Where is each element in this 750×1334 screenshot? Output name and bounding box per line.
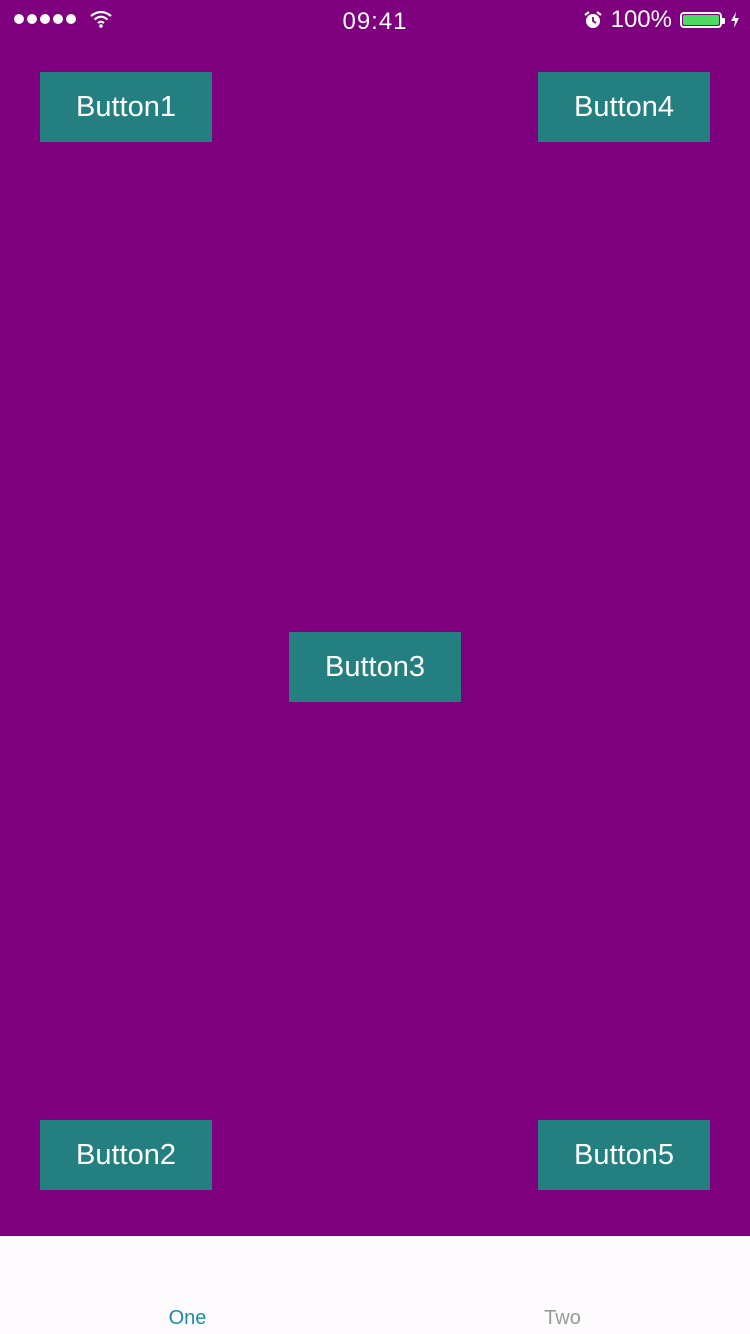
tab-one[interactable]: One <box>0 1236 375 1334</box>
button-1[interactable]: Button1 <box>40 72 212 142</box>
tab-two[interactable]: Two <box>375 1236 750 1334</box>
button-3[interactable]: Button3 <box>289 632 461 702</box>
button-2[interactable]: Button2 <box>40 1120 212 1190</box>
battery-fill <box>683 15 719 25</box>
button-5[interactable]: Button5 <box>538 1120 710 1190</box>
tab-bar: One Two <box>0 1236 750 1334</box>
status-bar: 09:41 100% <box>0 0 750 40</box>
app-screen: 09:41 100% Button1 Button4 Button3 Butto… <box>0 0 750 1334</box>
tab-two-label: Two <box>544 1307 581 1329</box>
charging-icon <box>731 12 739 28</box>
alarm-icon <box>583 11 602 28</box>
battery-percent: 100% <box>610 6 672 33</box>
status-right-group: 100% <box>583 6 740 33</box>
button-4[interactable]: Button4 <box>538 72 710 142</box>
tab-one-label: One <box>168 1307 207 1329</box>
battery-icon <box>680 12 725 28</box>
